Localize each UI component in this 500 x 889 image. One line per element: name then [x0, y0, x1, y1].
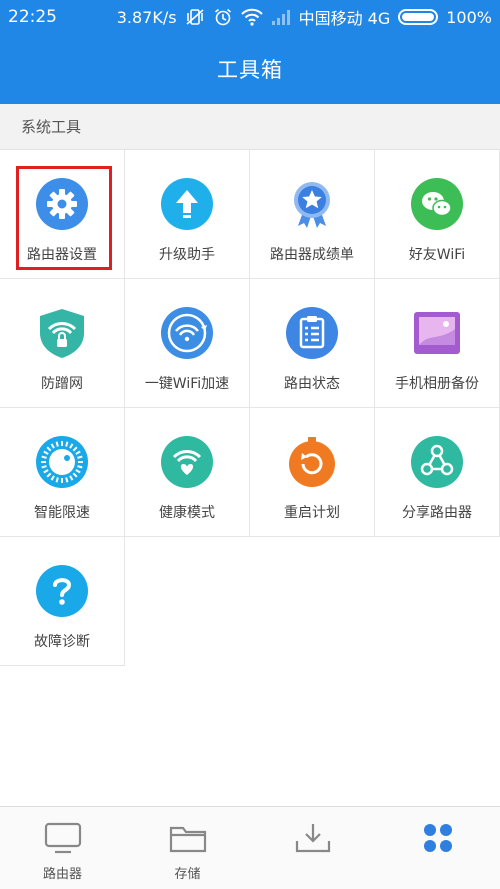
tool-label: 分享路由器 [402, 505, 472, 521]
tool-item-clipboard-list[interactable]: 路由状态 [250, 279, 375, 408]
tool-label: 路由器设置 [27, 247, 97, 263]
heart-wifi-icon [161, 436, 213, 488]
tool-label: 故障诊断 [34, 634, 90, 650]
restart-timer-icon [286, 436, 338, 488]
tool-item-share[interactable]: 分享路由器 [375, 408, 500, 537]
alarm-icon [213, 7, 233, 27]
battery-percent: 100% [446, 7, 492, 27]
apps-dots-icon [418, 821, 458, 855]
question-icon [36, 565, 88, 617]
tool-item-photo-album[interactable]: 手机相册备份 [375, 279, 500, 408]
tool-label: 路由状态 [284, 376, 340, 392]
bottom-nav: 路由器 存储 [0, 806, 500, 889]
network-speed: 3.87K/s [116, 7, 177, 27]
tool-label: 好友WiFi [408, 247, 466, 263]
status-bar: 22:25 3.87K/s 中国移动 4G 100% [0, 0, 500, 34]
nav-item-monitor[interactable]: 路由器 [0, 807, 125, 889]
tool-label: 防蹭网 [41, 376, 83, 392]
page-title: 工具箱 [217, 58, 283, 82]
tool-label: 智能限速 [34, 505, 90, 521]
tool-item-medal-star[interactable]: 路由器成绩单 [250, 150, 375, 279]
tool-item-wifi-shield[interactable]: 防蹭网 [0, 279, 125, 408]
status-time: 22:25 [8, 7, 57, 27]
section-title: 系统工具 [21, 118, 82, 136]
battery-icon [398, 9, 439, 25]
wifi-shield-icon [36, 307, 88, 359]
nav-item-apps-dots[interactable] [375, 807, 500, 889]
tool-item-gear[interactable]: 路由器设置 [0, 150, 125, 279]
nav-item-folder[interactable]: 存储 [125, 807, 250, 889]
gear-icon [36, 178, 88, 230]
app-root: 22:25 3.87K/s 中国移动 4G 100% 工具箱 系统工具 路由器设… [0, 0, 500, 889]
section-header: 系统工具 [0, 104, 500, 150]
signal-icon [271, 9, 291, 25]
share-icon [411, 436, 463, 488]
tool-item-upgrade-arrow[interactable]: 升级助手 [125, 150, 250, 279]
tool-label: 升级助手 [159, 247, 215, 263]
nav-item-download-tray[interactable] [250, 807, 375, 889]
tool-label: 手机相册备份 [395, 376, 479, 392]
tool-label: 健康模式 [159, 505, 215, 521]
wifi-speed-icon [161, 307, 213, 359]
tool-item-restart-timer[interactable]: 重启计划 [250, 408, 375, 537]
nav-label: 存储 [174, 867, 201, 882]
medal-star-icon [286, 178, 338, 230]
tool-label: 一键WiFi加速 [144, 376, 230, 392]
wifi-icon [240, 8, 263, 26]
tool-item-speed-dial[interactable]: 智能限速 [0, 408, 125, 537]
tool-item-wifi-speed[interactable]: 一键WiFi加速 [125, 279, 250, 408]
clipboard-list-icon [286, 307, 338, 359]
speed-dial-icon [36, 436, 88, 488]
tool-label: 重启计划 [284, 505, 340, 521]
download-tray-icon [293, 821, 333, 855]
carrier-label: 中国移动 4G [298, 9, 391, 28]
vibrate-mute-icon [185, 8, 205, 26]
tool-item-question[interactable]: 故障诊断 [0, 537, 125, 666]
photo-album-icon [411, 307, 463, 359]
upgrade-arrow-icon [161, 178, 213, 230]
tool-item-heart-wifi[interactable]: 健康模式 [125, 408, 250, 537]
nav-label: 路由器 [42, 867, 82, 882]
tool-label: 路由器成绩单 [270, 247, 354, 263]
chat-bubble-icon [411, 178, 463, 230]
folder-icon [168, 821, 208, 855]
monitor-icon [43, 821, 83, 855]
tool-item-chat-bubble[interactable]: 好友WiFi [375, 150, 500, 279]
app-header: 工具箱 [0, 34, 500, 104]
